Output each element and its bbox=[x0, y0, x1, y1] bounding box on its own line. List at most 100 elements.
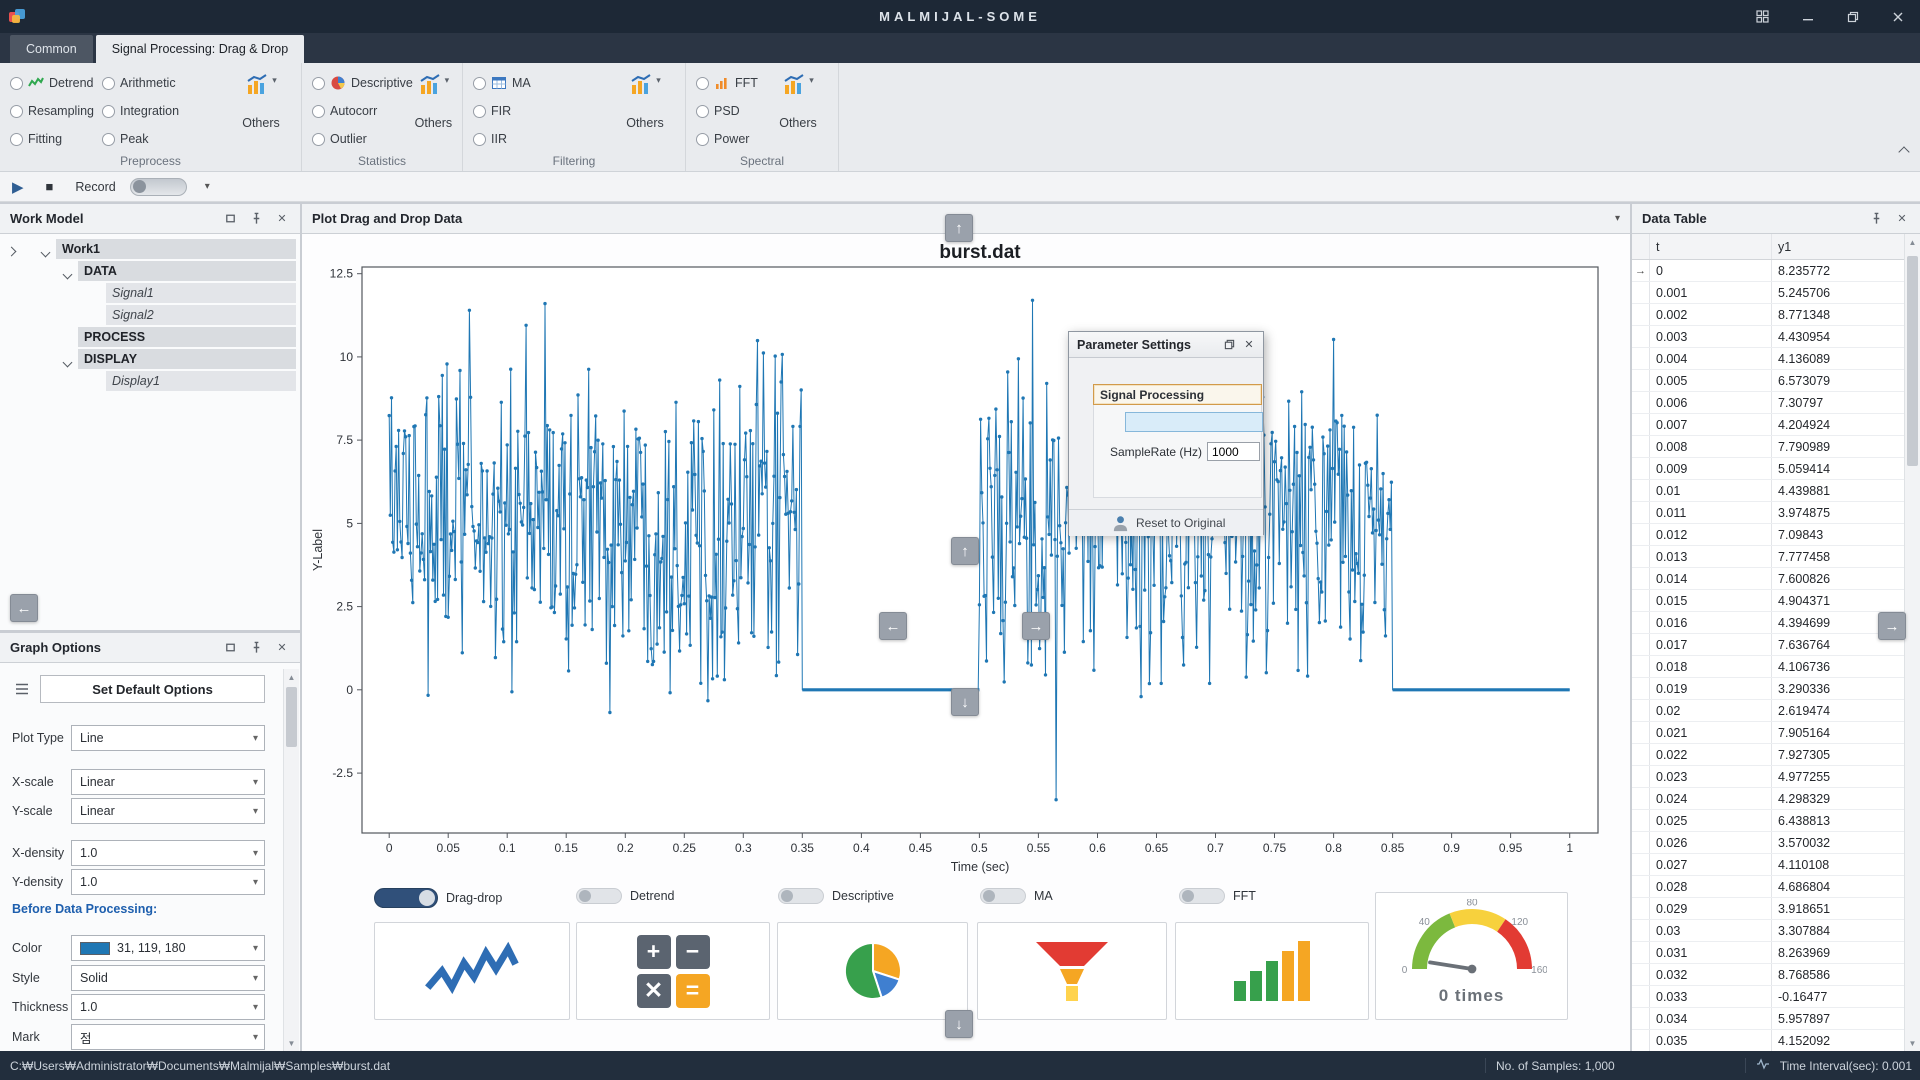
record-toggle[interactable] bbox=[130, 178, 187, 196]
table-row[interactable]: 0.0274.110108 bbox=[1632, 854, 1904, 876]
plot-type-select[interactable]: Line▾ bbox=[71, 725, 265, 751]
chevron-down-icon[interactable]: ▾ bbox=[1615, 213, 1620, 224]
ribbon-option-power[interactable]: Power bbox=[696, 129, 758, 149]
table-row[interactable]: 0.014.439881 bbox=[1632, 480, 1904, 502]
pin-icon[interactable] bbox=[1868, 211, 1884, 227]
tab-signal-processing[interactable]: Signal Processing: Drag & Drop bbox=[96, 35, 304, 63]
y-density-select[interactable]: 1.0▾ bbox=[71, 869, 265, 895]
ribbon-option-psd[interactable]: PSD bbox=[696, 101, 758, 121]
tree-item-process[interactable]: PROCESS bbox=[0, 326, 300, 348]
data-table-scrollbar[interactable]: ▲ ▼ bbox=[1904, 234, 1920, 1051]
expander-icon[interactable] bbox=[64, 265, 71, 283]
ribbon-option-descriptive[interactable]: Descriptive bbox=[312, 73, 413, 93]
dialog-restore-button[interactable] bbox=[1219, 336, 1239, 354]
ribbon-others-filtering[interactable]: ▾Others bbox=[613, 73, 677, 153]
toggle-track[interactable] bbox=[1179, 888, 1225, 904]
table-row[interactable]: 0.0154.904371 bbox=[1632, 590, 1904, 612]
toggle-track[interactable] bbox=[980, 888, 1026, 904]
tree-item-display[interactable]: DISPLAY bbox=[0, 348, 300, 370]
ribbon-option-arithmetic[interactable]: Arithmetic bbox=[102, 73, 179, 93]
table-row[interactable]: 0.0328.768586 bbox=[1632, 964, 1904, 986]
close-panel-icon[interactable]: ✕ bbox=[1894, 211, 1910, 227]
column-header-y1[interactable]: y1 bbox=[1772, 234, 1904, 259]
scroll-down-icon[interactable]: ▼ bbox=[1905, 1035, 1920, 1051]
toggle-drag-drop[interactable]: Drag-drop bbox=[374, 888, 502, 908]
reset-to-original-button[interactable]: Reset to Original bbox=[1069, 509, 1263, 536]
ribbon-collapse-icon[interactable] bbox=[1900, 143, 1908, 161]
table-row[interactable]: 0.0127.09843 bbox=[1632, 524, 1904, 546]
radio-button[interactable] bbox=[102, 77, 115, 90]
chevron-down-icon[interactable]: ▾ bbox=[656, 75, 661, 86]
table-row[interactable]: 0.0354.152092 bbox=[1632, 1030, 1904, 1051]
set-default-options-button[interactable]: Set Default Options bbox=[40, 675, 265, 703]
drag-card-arithmetic[interactable]: +−✕= bbox=[576, 922, 770, 1020]
drag-card-spectral[interactable] bbox=[1175, 922, 1369, 1020]
ribbon-option-detrend[interactable]: Detrend bbox=[10, 73, 94, 93]
dialog-title-bar[interactable]: Parameter Settings ✕ bbox=[1069, 332, 1263, 358]
radio-button[interactable] bbox=[10, 133, 23, 146]
toggle-track[interactable] bbox=[778, 888, 824, 904]
play-button[interactable]: ▶ bbox=[12, 178, 24, 196]
table-row[interactable]: 0.0193.290336 bbox=[1632, 678, 1904, 700]
run-count-gauge-card[interactable]: 04080120160 0 times bbox=[1375, 892, 1568, 1020]
table-row[interactable]: 0.033.307884 bbox=[1632, 920, 1904, 942]
expander-icon[interactable] bbox=[42, 243, 49, 261]
table-row[interactable]: 0.0164.394699 bbox=[1632, 612, 1904, 634]
column-header-t[interactable]: t bbox=[1650, 234, 1772, 259]
drag-card-descriptive[interactable] bbox=[777, 922, 968, 1020]
table-row[interactable]: 0.0227.927305 bbox=[1632, 744, 1904, 766]
radio-button[interactable] bbox=[696, 77, 709, 90]
radio-button[interactable] bbox=[312, 105, 325, 118]
table-row[interactable]: 0.0015.245706 bbox=[1632, 282, 1904, 304]
table-row[interactable]: 0.0234.977255 bbox=[1632, 766, 1904, 788]
close-button[interactable] bbox=[1875, 0, 1920, 33]
scrollbar-thumb[interactable] bbox=[286, 687, 297, 747]
radio-button[interactable] bbox=[10, 105, 23, 118]
toggle-ma[interactable]: MA bbox=[980, 888, 1053, 904]
table-row[interactable]: 0.0284.686804 bbox=[1632, 876, 1904, 898]
chevron-down-icon[interactable]: ▾ bbox=[272, 75, 277, 86]
y-scale-select[interactable]: Linear▾ bbox=[71, 798, 265, 824]
table-row[interactable]: 0.0217.905164 bbox=[1632, 722, 1904, 744]
x-density-select[interactable]: 1.0▾ bbox=[71, 840, 265, 866]
drag-card-filtering[interactable] bbox=[977, 922, 1167, 1020]
close-panel-icon[interactable]: ✕ bbox=[274, 211, 290, 227]
restore-button[interactable] bbox=[1830, 0, 1875, 33]
radio-button[interactable] bbox=[102, 133, 115, 146]
table-row[interactable]: 0.0067.30797 bbox=[1632, 392, 1904, 414]
table-row[interactable]: 0.0056.573079 bbox=[1632, 370, 1904, 392]
thickness-select[interactable]: 1.0▾ bbox=[71, 994, 265, 1020]
table-row[interactable]: 0.0318.263969 bbox=[1632, 942, 1904, 964]
ribbon-others-statistics[interactable]: ▾Others bbox=[413, 73, 454, 153]
stop-button[interactable]: ■ bbox=[46, 179, 54, 194]
toggle-detrend[interactable]: Detrend bbox=[576, 888, 674, 904]
ribbon-option-fir[interactable]: FIR bbox=[473, 101, 531, 121]
parameter-input[interactable] bbox=[1125, 412, 1263, 432]
radio-button[interactable] bbox=[473, 77, 486, 90]
toggle-track[interactable] bbox=[576, 888, 622, 904]
ribbon-option-fitting[interactable]: Fitting bbox=[10, 129, 94, 149]
ribbon-option-fft[interactable]: FFT bbox=[696, 73, 758, 93]
table-row[interactable]: 0.0256.438813 bbox=[1632, 810, 1904, 832]
record-dropdown-icon[interactable]: ▾ bbox=[205, 181, 210, 192]
chevron-down-icon[interactable]: ▾ bbox=[809, 75, 814, 86]
table-row[interactable]: 0.0113.974875 bbox=[1632, 502, 1904, 524]
table-row[interactable]: 0.0034.430954 bbox=[1632, 326, 1904, 348]
float-panel-icon[interactable] bbox=[222, 640, 238, 656]
scroll-up-icon[interactable]: ▲ bbox=[284, 669, 299, 685]
float-panel-icon[interactable] bbox=[222, 211, 238, 227]
tree-item-data[interactable]: DATA bbox=[0, 260, 300, 282]
table-row[interactable]: 0.022.619474 bbox=[1632, 700, 1904, 722]
ribbon-others-spectral[interactable]: ▾Others bbox=[766, 73, 830, 153]
expander-icon[interactable] bbox=[64, 353, 71, 371]
dialog-close-button[interactable]: ✕ bbox=[1239, 336, 1259, 354]
sample-rate-input[interactable] bbox=[1207, 442, 1260, 461]
ribbon-option-resampling[interactable]: Resampling bbox=[10, 101, 94, 121]
table-row[interactable]: 0.0244.298329 bbox=[1632, 788, 1904, 810]
radio-button[interactable] bbox=[102, 105, 115, 118]
style-select[interactable]: Solid▾ bbox=[71, 965, 265, 991]
ribbon-option-ma[interactable]: MA bbox=[473, 73, 531, 93]
tree-item-signal1[interactable]: Signal1 bbox=[0, 282, 300, 304]
drag-card-line-chart[interactable] bbox=[374, 922, 570, 1020]
table-row[interactable]: 0.0074.204924 bbox=[1632, 414, 1904, 436]
